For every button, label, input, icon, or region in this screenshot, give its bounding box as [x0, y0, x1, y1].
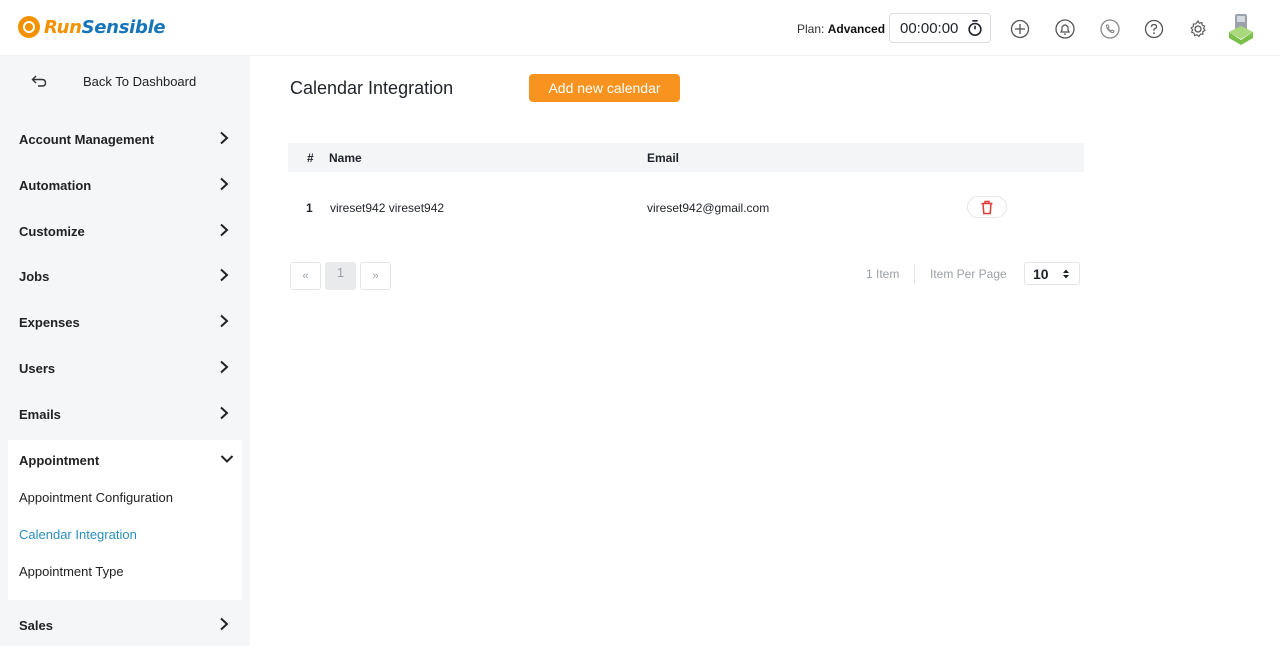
chevron-right-icon	[220, 131, 229, 145]
sidebar-item-customize[interactable]: Customize	[8, 210, 242, 254]
sidebar-item-emails[interactable]: Emails	[8, 393, 242, 437]
brand-name-sensible: Sensible	[81, 16, 166, 38]
top-header: Run Sensible Plan: Advanced 00:00:00	[0, 0, 1280, 56]
pagination-prev-button[interactable]: «	[290, 262, 321, 290]
sidebar-item-expenses[interactable]: Expenses	[8, 301, 242, 345]
back-to-dashboard-link[interactable]: Back To Dashboard	[8, 56, 242, 108]
brand-name-run: Run	[44, 16, 82, 38]
chevron-right-icon	[220, 314, 229, 328]
delete-calendar-button[interactable]	[967, 196, 1007, 218]
chevron-right-icon	[220, 360, 229, 374]
sidebar-item-automation[interactable]: Automation	[8, 164, 242, 208]
sidebar-item-label: Account Management	[19, 132, 155, 147]
back-arrow-icon	[31, 75, 47, 87]
timer-widget[interactable]: 00:00:00	[889, 13, 991, 43]
add-new-calendar-button[interactable]: Add new calendar	[529, 74, 680, 102]
chevron-right-icon	[220, 177, 229, 191]
sidebar-subitem-appointment-type[interactable]: Appointment Type	[19, 564, 124, 579]
pagination-page-1[interactable]: 1	[325, 262, 356, 290]
pagination-next-button[interactable]: »	[360, 262, 391, 290]
sidebar-item-label: Customize	[19, 224, 85, 239]
runsensible-logo-icon	[18, 16, 40, 38]
sidebar-item-label: Jobs	[19, 269, 50, 284]
add-ticket-icon[interactable]	[1009, 18, 1031, 40]
notification-bell-icon[interactable]	[1054, 18, 1076, 40]
items-per-page-label: Item Per Page	[930, 267, 1007, 281]
sidebar-subitem-calendar-integration[interactable]: Calendar Integration	[19, 527, 137, 542]
items-per-page-value: 10	[1033, 265, 1049, 282]
sidebar-item-sales[interactable]: Sales	[8, 604, 242, 648]
sidebar-item-account-management[interactable]: Account Management	[8, 118, 242, 162]
stopwatch-icon[interactable]	[966, 19, 984, 37]
items-count: 1 Item	[866, 267, 900, 281]
chevron-right-icon	[220, 268, 229, 282]
sidebar-item-label: Sales	[19, 618, 53, 633]
sidebar-item-label: Expenses	[19, 315, 80, 330]
plan-value: Advanced	[827, 22, 886, 36]
chevron-right-icon	[220, 406, 229, 420]
sidebar-item-label: Automation	[19, 178, 92, 193]
plan-indicator: Plan: Advanced	[797, 22, 885, 36]
sidebar-subitem-appointment-configuration[interactable]: Appointment Configuration	[19, 490, 173, 505]
sidebar-item-users[interactable]: Users	[8, 347, 242, 391]
help-icon[interactable]	[1143, 18, 1165, 40]
user-avatar[interactable]	[1226, 12, 1256, 46]
calendar-table: # Name Email 1 vireset942 vireset942 vir…	[288, 143, 1084, 218]
plan-label: Plan:	[797, 22, 825, 36]
table-row: 1 vireset942 vireset942 vireset942@gmail…	[288, 143, 1084, 218]
brand-logo[interactable]: Run Sensible	[18, 14, 166, 40]
timer-value: 00:00:00	[900, 19, 959, 37]
back-to-dashboard-label: Back To Dashboard	[83, 74, 197, 89]
phone-icon[interactable]	[1099, 18, 1121, 40]
row-name: vireset942 vireset942	[330, 201, 445, 215]
sidebar-item-jobs[interactable]: Jobs	[8, 255, 242, 299]
settings-sidebar: Back To Dashboard Account Management Aut…	[0, 56, 250, 646]
select-arrows-icon	[1063, 269, 1069, 279]
sidebar-item-label: Users	[19, 361, 56, 376]
settings-gear-icon[interactable]	[1187, 18, 1209, 40]
items-per-page-select[interactable]: 10	[1024, 262, 1080, 285]
trash-icon	[981, 200, 993, 214]
row-index: 1	[306, 201, 313, 215]
chevron-right-icon	[220, 223, 229, 237]
sidebar-item-label: Emails	[19, 407, 61, 422]
sidebar-item-appointment[interactable]: Appointment	[19, 453, 99, 468]
pagination-divider	[914, 264, 915, 284]
row-email: vireset942@gmail.com	[647, 201, 770, 215]
chevron-right-icon	[220, 617, 229, 631]
page-title: Calendar Integration	[290, 78, 454, 98]
chevron-down-icon[interactable]	[220, 454, 234, 464]
sidebar-group-appointment: Appointment Appointment Configuration Ca…	[8, 440, 242, 600]
